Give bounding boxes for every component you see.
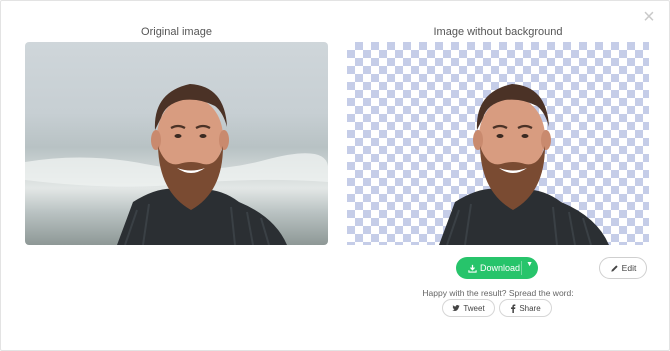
download-icon	[468, 264, 477, 273]
tweet-button[interactable]: Tweet	[442, 299, 495, 317]
close-icon[interactable]: ×	[641, 7, 657, 27]
removed-background-image	[347, 42, 649, 245]
download-label: Download	[480, 263, 521, 273]
download-button[interactable]: Download ▼	[456, 257, 538, 279]
facebook-icon	[511, 303, 516, 313]
chevron-down-icon[interactable]: ▼	[526, 261, 533, 268]
original-image-title: Original image	[141, 26, 212, 38]
result-dialog: × Original image Image without backgroun…	[0, 0, 670, 351]
spread-the-word-text: Happy with the result? Spread the word:	[422, 288, 574, 298]
share-button[interactable]: Share	[499, 299, 552, 317]
person-photo	[25, 84, 328, 245]
twitter-icon	[452, 304, 460, 311]
edit-button[interactable]: Edit	[599, 257, 647, 279]
share-label: Share	[519, 303, 541, 313]
person-cutout	[439, 84, 609, 245]
download-main[interactable]: Download	[456, 263, 520, 273]
pencil-icon	[611, 264, 618, 272]
tweet-label: Tweet	[463, 303, 485, 313]
edit-label: Edit	[621, 263, 637, 273]
download-divider	[521, 261, 522, 275]
removed-bg-title: Image without background	[433, 26, 563, 38]
original-image	[25, 42, 328, 245]
